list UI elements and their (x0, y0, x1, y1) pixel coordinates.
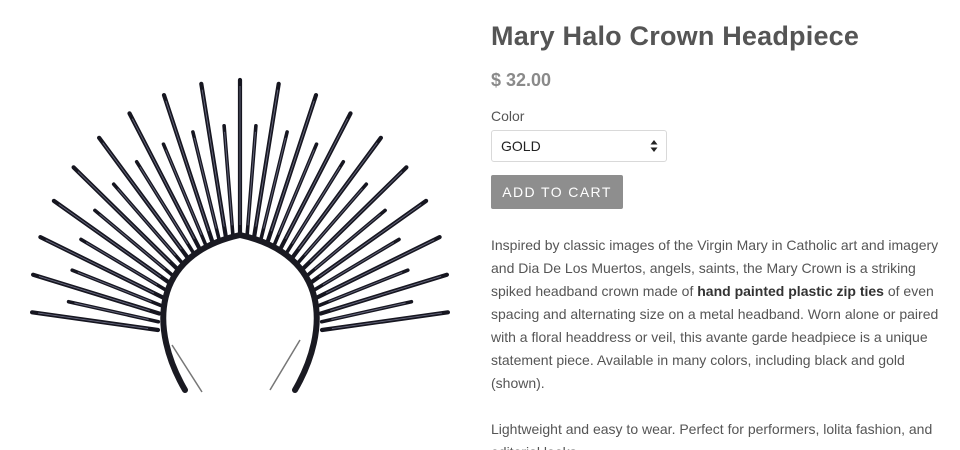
product-description: Inspired by classic images of the Virgin… (491, 234, 956, 450)
product-title: Mary Halo Crown Headpiece (491, 21, 860, 51)
description-bold-text: hand painted plastic zip ties (697, 283, 884, 299)
crown-spike-highlight (285, 118, 349, 240)
select-arrows-icon (650, 140, 658, 152)
crown-illustration (29, 77, 450, 393)
description-paragraph-2: Lightweight and easy to wear. Perfect fo… (491, 421, 933, 450)
crown-spike-highlight (131, 118, 195, 240)
headband-right-wire (269, 339, 301, 391)
product-image[interactable] (0, 60, 470, 420)
crown-spike-highlight (224, 131, 233, 226)
crown-spikes (29, 77, 450, 333)
color-label: Color (491, 108, 525, 124)
crown-spike-highlight (201, 89, 225, 227)
product-page: Mary Halo Crown Headpiece $ 32.00 Color … (0, 0, 960, 450)
product-price: $ 32.00 (491, 70, 552, 90)
crown-spike-highlight (247, 131, 256, 226)
description-text: of even spacing and alternating size on … (491, 283, 939, 391)
color-select-value: GOLD (501, 138, 541, 154)
color-select[interactable]: GOLD (491, 130, 667, 162)
add-to-cart-button[interactable]: ADD TO CART (491, 175, 623, 209)
description-paragraph-1: Inspired by classic images of the Virgin… (491, 234, 956, 395)
product-info: Mary Halo Crown Headpiece $ 32.00 Color … (491, 18, 951, 450)
crown-spike-highlight (255, 89, 279, 227)
